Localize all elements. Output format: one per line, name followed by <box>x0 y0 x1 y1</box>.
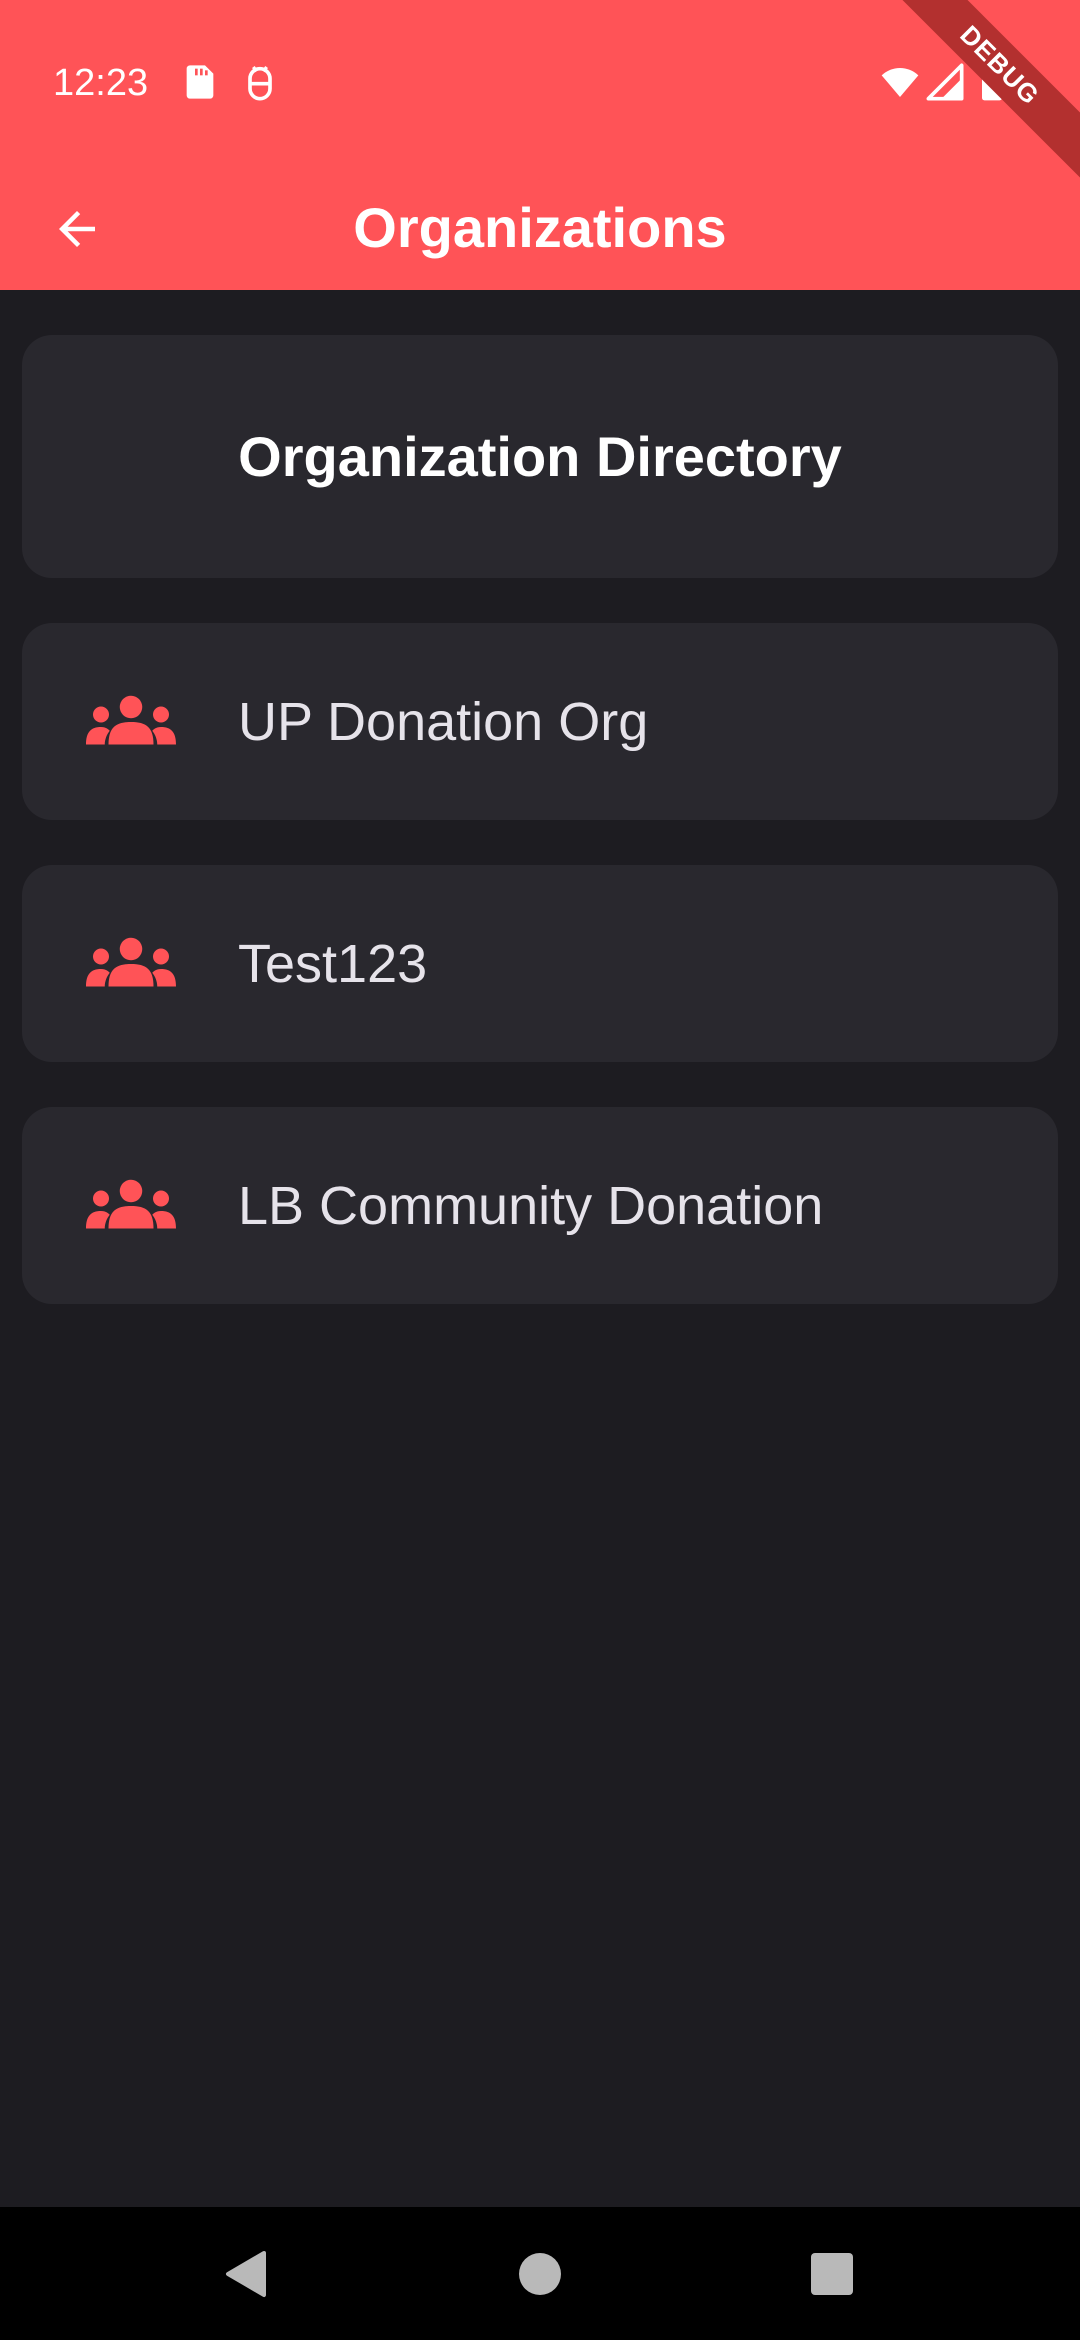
circle-home-icon <box>519 2253 561 2295</box>
back-button[interactable] <box>36 188 118 270</box>
organization-item[interactable]: Test123 <box>22 865 1058 1062</box>
nav-home-button[interactable] <box>497 2231 583 2317</box>
arrow-back-icon <box>59 211 95 247</box>
nav-back-button[interactable] <box>202 2231 288 2317</box>
directory-title: Organization Directory <box>238 425 842 488</box>
organization-item[interactable]: UP Donation Org <box>22 623 1058 820</box>
top-bar: 12:23 Organizations DEBUG <box>0 0 1080 290</box>
organization-name: UP Donation Org <box>238 691 649 752</box>
organization-item[interactable]: LB Community Donation <box>22 1107 1058 1304</box>
signal-icon <box>926 63 964 101</box>
app-bar: Organizations <box>0 166 1080 290</box>
status-time: 12:23 <box>53 62 149 104</box>
nav-recents-button[interactable] <box>789 2231 875 2317</box>
organization-name: Test123 <box>238 933 428 994</box>
directory-header-card: Organization Directory <box>22 335 1058 578</box>
android-debug-icon <box>248 65 272 101</box>
status-bar: 12:23 <box>0 0 1080 166</box>
square-recents-icon <box>811 2253 853 2295</box>
groups-icon <box>86 695 176 744</box>
sd-card-icon <box>186 65 214 99</box>
wifi-icon <box>881 68 919 97</box>
groups-icon <box>86 937 176 986</box>
organization-name: LB Community Donation <box>238 1175 824 1236</box>
groups-icon <box>86 1179 176 1228</box>
page-title: Organizations <box>353 196 727 259</box>
triangle-back-icon <box>226 2251 266 2297</box>
navigation-bar <box>0 2207 1080 2340</box>
screen: 12:23 Organizations DEBUG Organization D… <box>0 0 1080 2340</box>
